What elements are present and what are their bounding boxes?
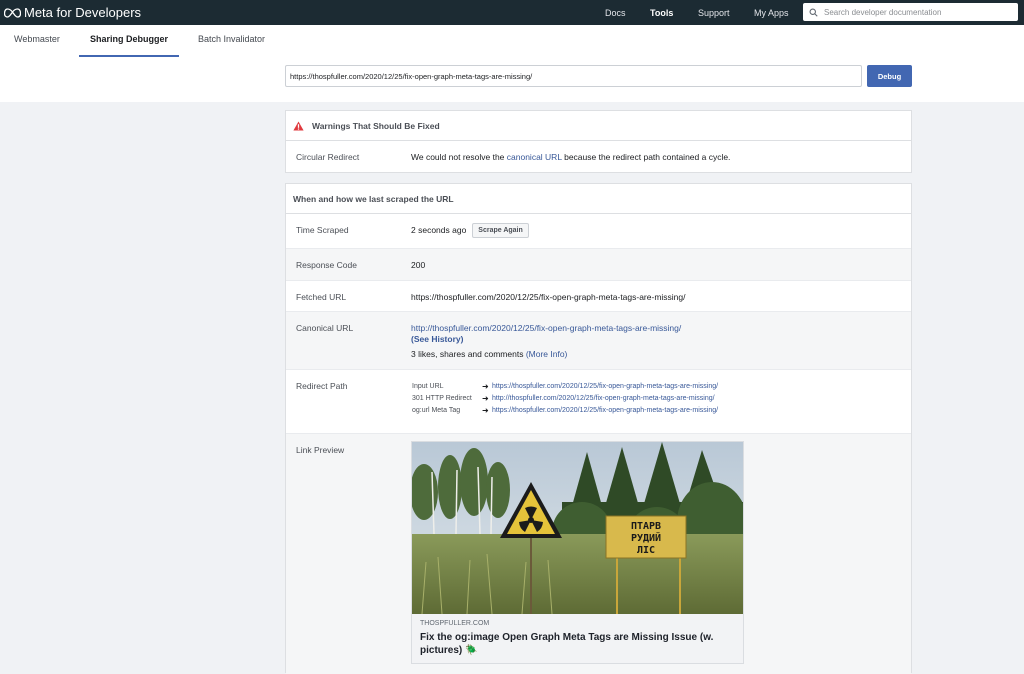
link-preview-label: Link Preview (296, 445, 345, 455)
warnings-header: Warnings That Should Be Fixed (286, 111, 911, 141)
nav-support[interactable]: Support (698, 8, 730, 18)
tool-tabs: Webmaster Sharing Debugger Batch Invalid… (0, 25, 1024, 57)
tab-batch-invalidator[interactable]: Batch Invalidator (198, 25, 265, 57)
warning-row: Circular Redirect We could not resolve t… (286, 141, 911, 173)
warning-label: Circular Redirect (296, 152, 360, 162)
response-code-label: Response Code (296, 260, 357, 270)
brand-logo[interactable]: Meta for Developers (4, 5, 141, 20)
response-code-value: 200 (411, 260, 426, 270)
redirect-path-row: Redirect Path Input URL ➜ https://thospf… (286, 370, 911, 434)
tab-webmaster[interactable]: Webmaster (14, 25, 60, 57)
scrape-card: When and how we last scraped the URL Tim… (285, 183, 912, 674)
debug-button[interactable]: Debug (867, 65, 912, 87)
sign-line-2: РУДИЙ (631, 531, 661, 544)
warning-text-before: We could not resolve the (411, 152, 507, 162)
meta-infinity-icon (4, 7, 21, 18)
time-scraped-label: Time Scraped (296, 225, 349, 235)
warning-text-after: because the redirect path contained a cy… (561, 152, 731, 162)
redirect-step-key: 301 HTTP Redirect (412, 394, 472, 402)
time-scraped-value: 2 seconds ago Scrape Again (411, 223, 529, 238)
redirect-step: og:url Meta Tag ➜ https://thospfuller.co… (412, 404, 718, 416)
warnings-title: Warnings That Should Be Fixed (312, 120, 440, 131)
url-bar: Debug (0, 57, 1024, 102)
more-info-link[interactable]: (More Info) (526, 349, 568, 359)
time-scraped-text: 2 seconds ago (411, 224, 467, 235)
link-preview-card[interactable]: ПТАРВ РУДИЙ ЛІС THOSPFULLER.COM Fix the … (411, 441, 744, 664)
scrape-header: When and how we last scraped the URL (286, 184, 911, 214)
redirect-step: Input URL ➜ https://thospfuller.com/2020… (412, 380, 718, 392)
search-box[interactable] (803, 3, 1018, 21)
canonical-url-row: Canonical URL http://thospfuller.com/202… (286, 312, 911, 370)
arrow-right-icon: ➜ (482, 405, 489, 415)
redirect-step-url[interactable]: https://thospfuller.com/2020/12/25/fix-o… (492, 407, 718, 414)
preview-domain: THOSPFULLER.COM (420, 620, 490, 627)
canonical-url-link[interactable]: canonical URL (507, 152, 562, 162)
redirect-step-url[interactable]: http://thospfuller.com/2020/12/25/fix-op… (492, 395, 715, 402)
search-icon (809, 8, 818, 17)
redirect-step-url[interactable]: https://thospfuller.com/2020/12/25/fix-o… (492, 383, 718, 390)
warnings-card: Warnings That Should Be Fixed Circular R… (285, 110, 912, 173)
preview-title: Fix the og:image Open Graph Meta Tags ar… (420, 632, 714, 656)
canonical-url-label: Canonical URL (296, 323, 354, 333)
preview-image: ПТАРВ РУДИЙ ЛІС (412, 442, 743, 614)
fetched-url-label: Fetched URL (296, 292, 347, 302)
sign-line-3: ЛІС (637, 545, 655, 556)
redirect-path-list: Input URL ➜ https://thospfuller.com/2020… (412, 380, 718, 416)
fetched-url-link[interactable]: https://thospfuller.com/2020/12/25/fix-o… (411, 292, 686, 302)
scrape-again-button[interactable]: Scrape Again (472, 223, 529, 238)
likes-text: 3 likes, shares and comments (More Info) (411, 349, 567, 360)
nav-my-apps[interactable]: My Apps (754, 8, 789, 18)
search-input[interactable] (824, 7, 1009, 17)
url-input[interactable] (285, 65, 862, 87)
brand-name: Meta for Developers (24, 5, 142, 20)
sign-line-1: ПТАРВ (631, 521, 661, 532)
nav-docs[interactable]: Docs (605, 8, 626, 18)
warning-text: We could not resolve the canonical URL b… (411, 152, 730, 162)
arrow-right-icon: ➜ (482, 393, 489, 403)
time-scraped-row: Time Scraped 2 seconds ago Scrape Again (286, 214, 911, 249)
arrow-right-icon: ➜ (482, 381, 489, 391)
likes-count-text: 3 likes, shares and comments (411, 349, 526, 359)
nav-tools[interactable]: Tools (650, 8, 673, 18)
top-bar: Meta for Developers Docs Tools Support M… (0, 0, 1024, 25)
redirect-step-key: og:url Meta Tag (412, 406, 461, 414)
fetched-url-row: Fetched URL https://thospfuller.com/2020… (286, 281, 911, 312)
redirect-step-key: Input URL (412, 382, 444, 390)
link-preview-row: Link Preview ПТАРВ РУДИЙ ЛІС THOSPFULLER… (286, 434, 911, 674)
canonical-url-value: http://thospfuller.com/2020/12/25/fix-op… (411, 323, 681, 360)
response-code-row: Response Code 200 (286, 249, 911, 281)
tab-sharing-debugger[interactable]: Sharing Debugger (78, 25, 180, 57)
redirect-path-label: Redirect Path (296, 381, 348, 391)
canonical-url-value-link[interactable]: http://thospfuller.com/2020/12/25/fix-op… (411, 323, 681, 333)
warning-icon (293, 120, 304, 131)
see-history-link[interactable]: (See History) (411, 334, 463, 344)
redirect-step: 301 HTTP Redirect ➜ http://thospfuller.c… (412, 392, 718, 404)
